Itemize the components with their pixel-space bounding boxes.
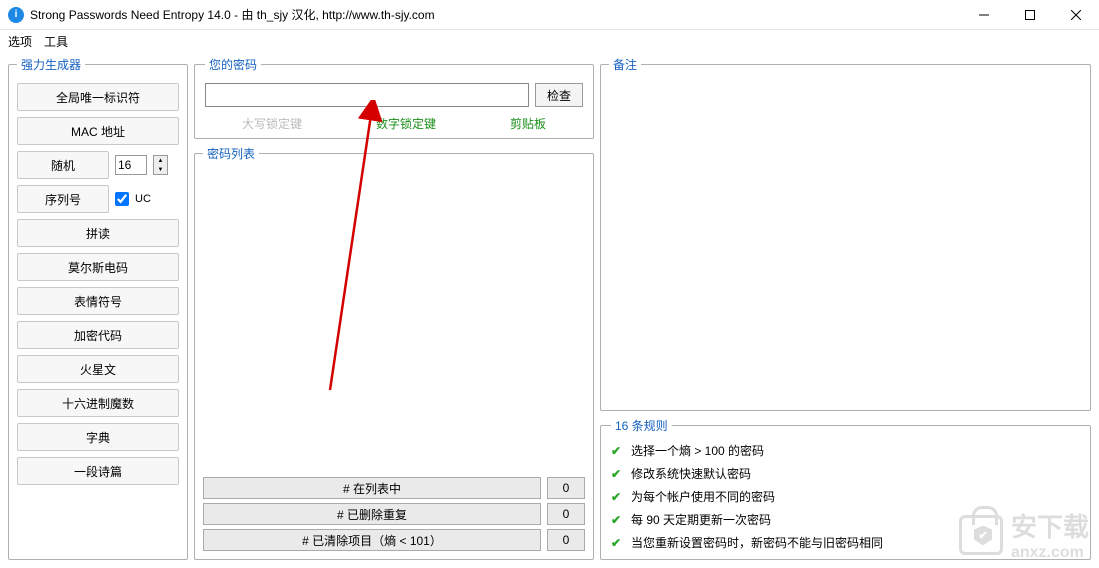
- window-title: Strong Passwords Need Entropy 14.0 - 由 t…: [30, 6, 961, 23]
- caps-indicator: 大写锁定键: [242, 115, 302, 132]
- check-icon: ✔: [611, 444, 625, 458]
- stat-dedup-value: 0: [547, 503, 585, 525]
- gen-mars-button[interactable]: 火星文: [17, 355, 179, 383]
- rule-text: 修改系统快速默认密码: [631, 465, 751, 482]
- password-input[interactable]: [205, 83, 529, 107]
- notes-legend: 备注: [609, 56, 641, 73]
- gen-crypto-button[interactable]: 加密代码: [17, 321, 179, 349]
- menu-tools[interactable]: 工具: [44, 33, 68, 50]
- pwlist-legend: 密码列表: [203, 145, 259, 162]
- rule-text: 每 90 天定期更新一次密码: [631, 511, 771, 528]
- gen-dict-button[interactable]: 字典: [17, 423, 179, 451]
- menu-options[interactable]: 选项: [8, 33, 32, 50]
- random-length-spinner[interactable]: ▲▼: [153, 155, 168, 175]
- password-list-area[interactable]: [203, 170, 585, 473]
- check-icon: ✔: [611, 513, 625, 527]
- notes-area[interactable]: [609, 81, 1082, 402]
- maximize-button[interactable]: [1007, 0, 1053, 30]
- rule-item: ✔ 当您重新设置密码时，新密码不能与旧密码相同: [611, 534, 1080, 551]
- gen-serial-button[interactable]: 序列号: [17, 185, 109, 213]
- clipboard-indicator: 剪贴板: [510, 115, 546, 132]
- stat-inlist-value: 0: [547, 477, 585, 499]
- serial-uc-checkbox[interactable]: [115, 192, 129, 206]
- gen-pinyin-button[interactable]: 拼读: [17, 219, 179, 247]
- minimize-button[interactable]: [961, 0, 1007, 30]
- rule-item: ✔ 修改系统快速默认密码: [611, 465, 1080, 482]
- rules-legend: 16 条规则: [611, 417, 672, 434]
- check-button[interactable]: 检查: [535, 83, 583, 107]
- gen-random-button[interactable]: 随机: [17, 151, 109, 179]
- gen-mac-button[interactable]: MAC 地址: [17, 117, 179, 145]
- generators-legend: 强力生成器: [17, 56, 85, 73]
- serial-uc-label: UC: [135, 193, 151, 205]
- rule-item: ✔ 每 90 天定期更新一次密码: [611, 511, 1080, 528]
- gen-poem-button[interactable]: 一段诗篇: [17, 457, 179, 485]
- check-icon: ✔: [611, 536, 625, 550]
- rule-item: ✔ 选择一个熵 > 100 的密码: [611, 442, 1080, 459]
- gen-morse-button[interactable]: 莫尔斯电码: [17, 253, 179, 281]
- rule-item: ✔ 为每个帐户使用不同的密码: [611, 488, 1080, 505]
- rule-text: 当您重新设置密码时，新密码不能与旧密码相同: [631, 534, 883, 551]
- stat-inlist-label: # 在列表中: [203, 477, 541, 499]
- random-length-input[interactable]: [115, 155, 147, 175]
- stat-purged-label: # 已清除项目（熵 < 101）: [203, 529, 541, 551]
- stat-dedup-label: # 已删除重复: [203, 503, 541, 525]
- gen-emoji-button[interactable]: 表情符号: [17, 287, 179, 315]
- app-icon: i: [8, 7, 24, 23]
- gen-hex-button[interactable]: 十六进制魔数: [17, 389, 179, 417]
- rule-text: 选择一个熵 > 100 的密码: [631, 442, 764, 459]
- password-legend: 您的密码: [205, 56, 261, 73]
- close-button[interactable]: [1053, 0, 1099, 30]
- check-icon: ✔: [611, 467, 625, 481]
- check-icon: ✔: [611, 490, 625, 504]
- stat-purged-value: 0: [547, 529, 585, 551]
- numlock-indicator: 数字锁定键: [376, 115, 436, 132]
- gen-guid-button[interactable]: 全局唯一标识符: [17, 83, 179, 111]
- rule-text: 为每个帐户使用不同的密码: [631, 488, 775, 505]
